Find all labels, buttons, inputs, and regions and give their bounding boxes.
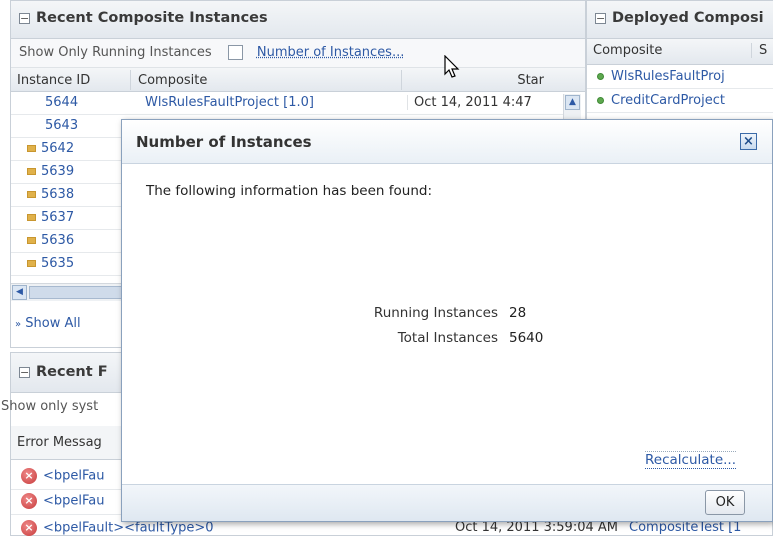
instance-id-link[interactable]: 5643	[39, 118, 129, 133]
fault-composite-link[interactable]: CompositeTest [1	[623, 520, 773, 535]
instance-id-link[interactable]: 5639	[21, 164, 131, 179]
ok-button[interactable]: OK	[705, 490, 745, 515]
running-instances-value: 28	[509, 305, 527, 321]
recent-instances-title: Recent Composite Instances	[36, 10, 268, 26]
status-square-icon	[27, 214, 36, 221]
recent-instances-header: − Recent Composite Instances	[11, 1, 585, 39]
instance-id-link[interactable]: 5644	[39, 95, 129, 110]
instance-id-link[interactable]: 5642	[21, 141, 131, 156]
list-item[interactable]: WlsRulesFaultProj	[587, 65, 773, 89]
total-instances-value: 5640	[509, 330, 544, 346]
collapse-icon[interactable]: −	[19, 13, 30, 24]
error-icon: ×	[21, 468, 37, 484]
deployed-header: − Deployed Composi	[587, 1, 773, 39]
show-running-label: Show Only Running Instances	[19, 45, 212, 60]
dialog-title: Number of Instances	[136, 133, 312, 151]
status-dot-icon	[597, 73, 604, 80]
column-status[interactable]: S	[753, 43, 773, 58]
dialog-footer: OK	[122, 484, 772, 521]
column-instance-id[interactable]: Instance ID	[11, 70, 131, 90]
instance-id-link[interactable]: 5636	[21, 233, 131, 248]
column-start[interactable]: Star	[403, 70, 558, 90]
error-icon: ×	[21, 493, 37, 509]
fault-date: Oct 14, 2011 3:59:04 AM	[455, 520, 618, 535]
deployed-title: Deployed Composi	[612, 10, 764, 26]
instance-id-link[interactable]: 5638	[21, 187, 131, 202]
show-all-link[interactable]: Show All	[25, 316, 80, 331]
collapse-icon[interactable]: −	[595, 13, 606, 24]
status-square-icon	[27, 168, 36, 175]
error-icon: ×	[21, 520, 37, 536]
instance-id-link[interactable]: 5635	[21, 256, 131, 271]
instances-table-header: Instance ID Composite Star	[11, 68, 585, 92]
faults-title: Recent F	[36, 364, 108, 380]
number-of-instances-dialog: Number of Instances × The following info…	[121, 119, 773, 522]
number-of-instances-link[interactable]: Number of Instances...	[257, 45, 404, 60]
list-item[interactable]: CreditCardProject	[587, 89, 773, 113]
show-running-checkbox[interactable]	[227, 45, 243, 60]
collapse-icon[interactable]: −	[19, 367, 30, 378]
deployed-table-header: Composite S	[587, 39, 773, 65]
show-only-system-label: Show only syst	[1, 399, 99, 414]
composite-link[interactable]: WlsRulesFaultProject [1.0]	[139, 95, 399, 110]
table-row[interactable]: 5644 WlsRulesFaultProject [1.0] Oct 14, …	[11, 92, 571, 115]
column-composite[interactable]: Composite	[587, 43, 752, 58]
double-chevron-icon: »	[15, 319, 22, 330]
fault-message-link[interactable]: × <bpelFault><faultType>0	[15, 520, 315, 536]
running-instances-label: Running Instances	[373, 305, 498, 321]
total-instances-label: Total Instances	[397, 330, 498, 346]
status-square-icon	[27, 191, 36, 198]
dialog-titlebar: Number of Instances ×	[122, 120, 772, 164]
status-square-icon	[27, 260, 36, 267]
start-time: Oct 14, 2011 4:47	[407, 95, 547, 110]
scroll-up-icon[interactable]: ▲	[565, 95, 580, 110]
status-dot-icon	[597, 97, 604, 104]
deployed-composite-link[interactable]: WlsRulesFaultProj	[591, 69, 755, 84]
deployed-composite-link[interactable]: CreditCardProject	[591, 93, 755, 108]
mouse-cursor-icon	[444, 55, 460, 78]
close-icon[interactable]: ×	[740, 133, 757, 150]
scroll-left-icon[interactable]: ◀	[12, 285, 27, 300]
dialog-message: The following information has been found…	[146, 183, 433, 199]
instance-id-link[interactable]: 5637	[21, 210, 131, 225]
recalculate-link[interactable]: Recalculate...	[645, 451, 736, 469]
status-square-icon	[27, 145, 36, 152]
filter-row: Show Only Running Instances Number of In…	[11, 39, 585, 68]
column-composite[interactable]: Composite	[132, 70, 402, 90]
status-square-icon	[27, 237, 36, 244]
